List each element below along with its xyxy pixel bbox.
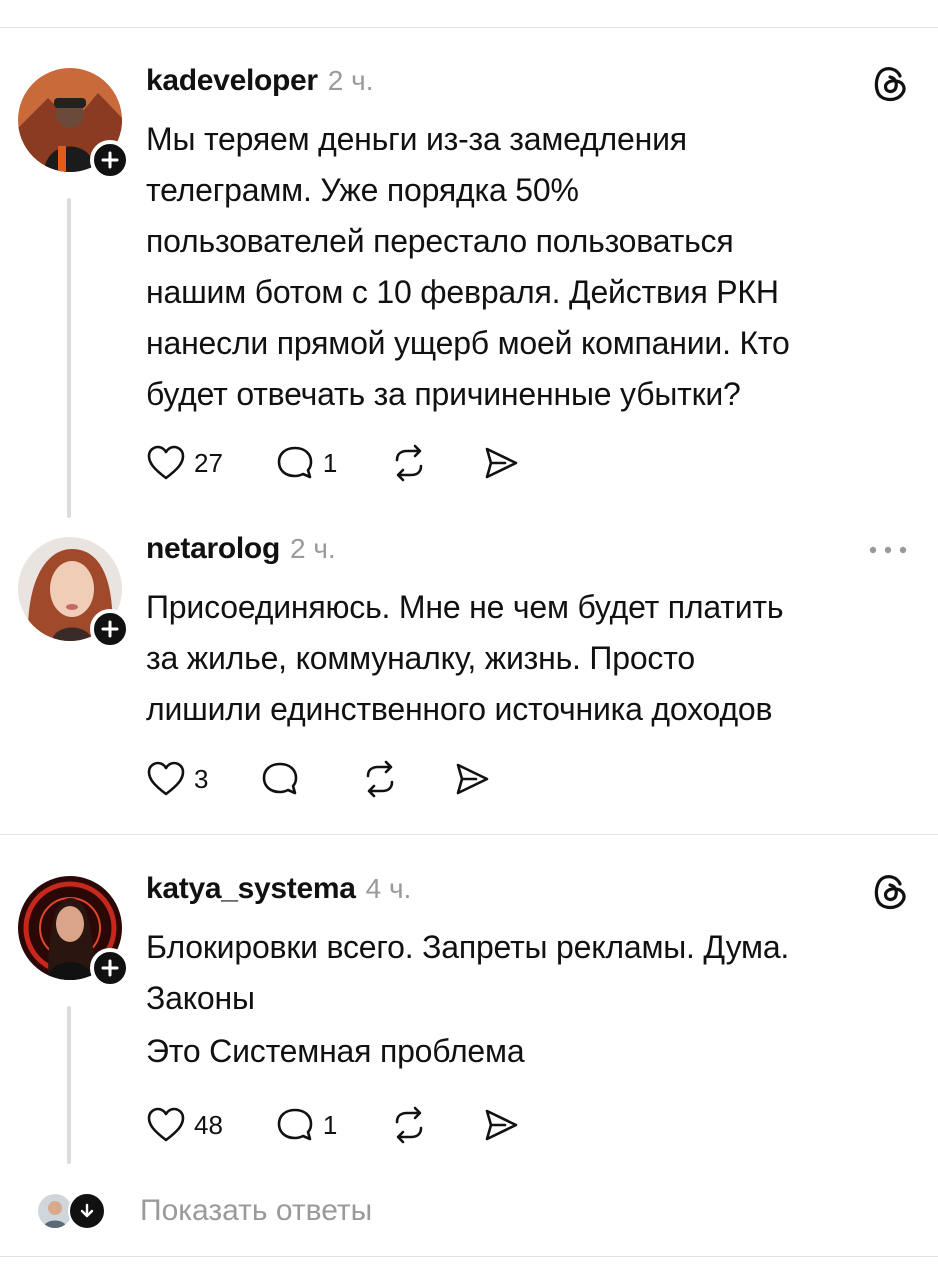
avatar[interactable] [18, 68, 130, 180]
share-button[interactable] [452, 760, 492, 798]
follow-plus-icon[interactable] [90, 948, 130, 988]
post-time: 2 ч. [327, 65, 374, 96]
send-icon [486, 1109, 518, 1141]
username[interactable]: kadeveloper [146, 64, 318, 98]
threads-logo-icon[interactable] [872, 64, 908, 107]
repost-icon [396, 444, 423, 482]
text-line: Блокировки всего. Запреты рекламы. Дума. [146, 929, 790, 965]
comment-button[interactable] [260, 760, 308, 798]
share-button[interactable] [481, 1106, 521, 1144]
like-count: 27 [194, 447, 223, 478]
comment-count: 1 [322, 447, 338, 478]
like-button[interactable]: 3 [146, 760, 208, 798]
repost-button[interactable] [389, 1106, 429, 1144]
follow-plus-icon[interactable] [90, 609, 130, 649]
text-line: будет отвечать за причиненные убытки? [146, 376, 741, 412]
send-icon [457, 763, 489, 795]
avatar[interactable] [18, 537, 130, 649]
text-line: Законы [146, 980, 255, 1016]
text-line: Это Системная проблема [146, 1033, 525, 1069]
post-actions: 27 1 [146, 444, 573, 482]
like-button[interactable]: 48 [146, 1106, 223, 1144]
post-time: 2 ч. [289, 533, 336, 564]
comment-icon [277, 1108, 313, 1141]
bottom-divider [0, 1256, 938, 1257]
post-text: Мы теряем деньги из-за замедления телегр… [146, 114, 916, 420]
text-line: телеграмм. Уже порядка 50% [146, 172, 579, 208]
show-replies-button[interactable]: Показать ответы [140, 1194, 372, 1228]
comment-icon [263, 762, 298, 795]
thread-line [67, 198, 71, 518]
text-line: нашим ботом с 10 февраля. Действия РКН [146, 274, 779, 310]
post-text: Блокировки всего. Запреты рекламы. Дума.… [146, 922, 916, 1077]
username[interactable]: netarolog [146, 532, 280, 566]
comment-icon [277, 446, 313, 479]
post-actions: 3 [146, 760, 544, 798]
thread-line [67, 1006, 71, 1164]
like-count: 3 [194, 763, 209, 794]
post-divider [0, 834, 938, 835]
post-time: 4 ч. [365, 873, 412, 904]
text-line: Мы теряем деньги из-за замедления [146, 121, 687, 157]
text-line: пользователей перестало пользоваться [146, 223, 734, 259]
like-count: 48 [194, 1109, 223, 1140]
repost-icon [396, 1106, 423, 1144]
show-replies-row[interactable]: Показать ответы [36, 1192, 372, 1230]
threads-logo-icon[interactable] [872, 872, 908, 915]
text-line: лишили единственного источника доходов [146, 691, 773, 727]
top-divider [0, 27, 938, 28]
like-button[interactable]: 27 [146, 444, 223, 482]
share-button[interactable] [481, 444, 521, 482]
comment-button[interactable]: 1 [275, 1106, 337, 1144]
repost-button[interactable] [389, 444, 429, 482]
comment-count: 1 [322, 1109, 338, 1140]
post-text: Присоединяюсь. Мне не чем будет платить … [146, 582, 916, 735]
repost-icon [367, 760, 394, 798]
text-line: за жилье, коммуналку, жизнь. Просто [146, 640, 695, 676]
username[interactable]: katya_systema [146, 872, 356, 906]
text-line: нанесли прямой ущерб моей компании. Кто [146, 325, 790, 361]
heart-icon [147, 1107, 185, 1142]
send-icon [486, 447, 518, 479]
avatar[interactable] [18, 876, 130, 988]
heart-icon [147, 445, 185, 480]
text-line: Присоединяюсь. Мне не чем будет платить [146, 589, 784, 625]
heart-icon [147, 761, 185, 796]
more-options-icon[interactable] [868, 542, 908, 560]
follow-plus-icon[interactable] [90, 140, 130, 180]
arrow-down-icon [68, 1192, 106, 1230]
repost-button[interactable] [360, 760, 400, 798]
post-actions: 48 1 [146, 1106, 573, 1144]
comment-button[interactable]: 1 [275, 444, 337, 482]
